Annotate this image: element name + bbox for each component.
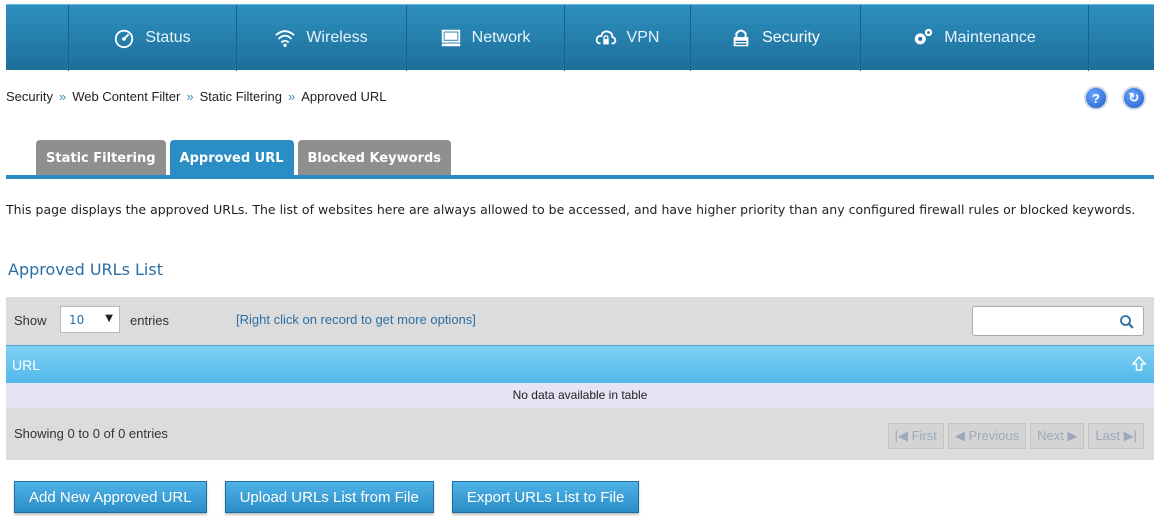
empty-table-message: No data available in table: [6, 383, 1154, 408]
nav-item-maintenance[interactable]: Maintenance: [860, 5, 1088, 71]
nav-item-label: Wireless: [306, 29, 368, 46]
last-page-button[interactable]: Last ▶|: [1088, 423, 1144, 449]
last-page-icon: ▶|: [1120, 428, 1137, 443]
previous-page-icon: ◀: [954, 428, 969, 443]
nav-item-label: VPN: [626, 29, 660, 46]
entries-per-page-select[interactable]: 10 ▼: [60, 306, 120, 333]
section-title: Approved URLs List: [8, 260, 163, 279]
show-label: Show: [14, 313, 47, 328]
breadcrumb-item-current: Approved URL: [301, 89, 387, 104]
nav-item-network[interactable]: Network: [406, 5, 564, 71]
breadcrumb-separator: »: [186, 89, 194, 104]
next-page-button[interactable]: Next ▶: [1030, 423, 1085, 449]
export-urls-button[interactable]: Export URLs List to File: [451, 481, 640, 513]
help-button[interactable]: ?: [1084, 86, 1108, 110]
previous-label: Previous: [968, 428, 1020, 443]
nav-separator: [1088, 5, 1089, 71]
next-label: Next: [1037, 428, 1064, 443]
first-page-button[interactable]: |◀ First: [887, 423, 944, 449]
help-icon: ?: [1092, 90, 1100, 106]
tab-static-filtering[interactable]: Static Filtering: [36, 140, 166, 176]
gears-icon: [912, 27, 934, 49]
dashboard-icon: [113, 27, 135, 49]
upload-urls-button[interactable]: Upload URLs List from File: [224, 481, 434, 513]
tab-underline: [6, 175, 1154, 179]
previous-page-button[interactable]: ◀ Previous: [947, 423, 1027, 449]
entries-label: entries: [130, 313, 170, 328]
caret-down-icon: ▼: [105, 313, 113, 324]
breadcrumb-separator: »: [58, 89, 67, 104]
table-info: Showing 0 to 0 of 0 entries: [14, 426, 168, 441]
last-label: Last: [1095, 428, 1120, 443]
breadcrumb-item[interactable]: Static Filtering: [200, 89, 282, 104]
nav-item-label: Security: [762, 29, 820, 46]
cloud-lock-icon: [595, 27, 617, 49]
top-navigation: Status Wireless Network VPN Security Mai…: [6, 4, 1154, 71]
nav-item-vpn[interactable]: VPN: [564, 5, 690, 71]
nav-item-status[interactable]: Status: [68, 5, 236, 71]
nav-item-label: Network: [471, 29, 531, 46]
page-description: This page displays the approved URLs. Th…: [6, 202, 1136, 217]
monitor-icon: [440, 27, 462, 49]
right-click-hint: [Right click on record to get more optio…: [236, 312, 476, 327]
nav-item-security[interactable]: Security: [690, 5, 860, 71]
action-buttons: Add New Approved URL Upload URLs List fr…: [14, 481, 657, 513]
first-label: First: [911, 428, 937, 443]
table-toolbar: Show 10 ▼ entries [Right click on record…: [6, 297, 1154, 345]
entries-per-page-value: 10: [69, 313, 85, 327]
logout-button[interactable]: ↻: [1122, 86, 1146, 110]
breadcrumb-item[interactable]: Security: [6, 89, 53, 104]
nav-item-wireless[interactable]: Wireless: [236, 5, 406, 71]
breadcrumb: Security » Web Content Filter » Static Filte…: [6, 89, 386, 104]
column-header-url[interactable]: URL: [12, 357, 40, 373]
pagination: |◀ First ◀ Previous Next ▶ Last ▶|: [887, 423, 1144, 449]
tab-bar: Static Filtering Approved URL Blocked Ke…: [36, 140, 451, 176]
breadcrumb-item[interactable]: Web Content Filter: [72, 89, 180, 104]
first-page-icon: |◀: [894, 428, 912, 443]
table-header: URL: [6, 345, 1154, 383]
table-footer: Showing 0 to 0 of 0 entries |◀ First ◀ P…: [6, 408, 1154, 460]
lock-icon: [730, 27, 752, 49]
wifi-icon: [274, 27, 296, 49]
add-approved-url-button[interactable]: Add New Approved URL: [14, 481, 207, 513]
nav-item-label: Maintenance: [944, 29, 1036, 46]
search-input[interactable]: [972, 306, 1144, 336]
tab-approved-url[interactable]: Approved URL: [169, 140, 294, 176]
nav-item-label: Status: [145, 29, 191, 46]
search-icon: [1119, 314, 1135, 334]
tab-blocked-keywords[interactable]: Blocked Keywords: [297, 140, 451, 176]
sort-up-icon[interactable]: [1131, 355, 1147, 376]
refresh-icon: ↻: [1128, 90, 1140, 105]
breadcrumb-separator: »: [287, 89, 296, 104]
next-page-icon: ▶: [1063, 428, 1078, 443]
